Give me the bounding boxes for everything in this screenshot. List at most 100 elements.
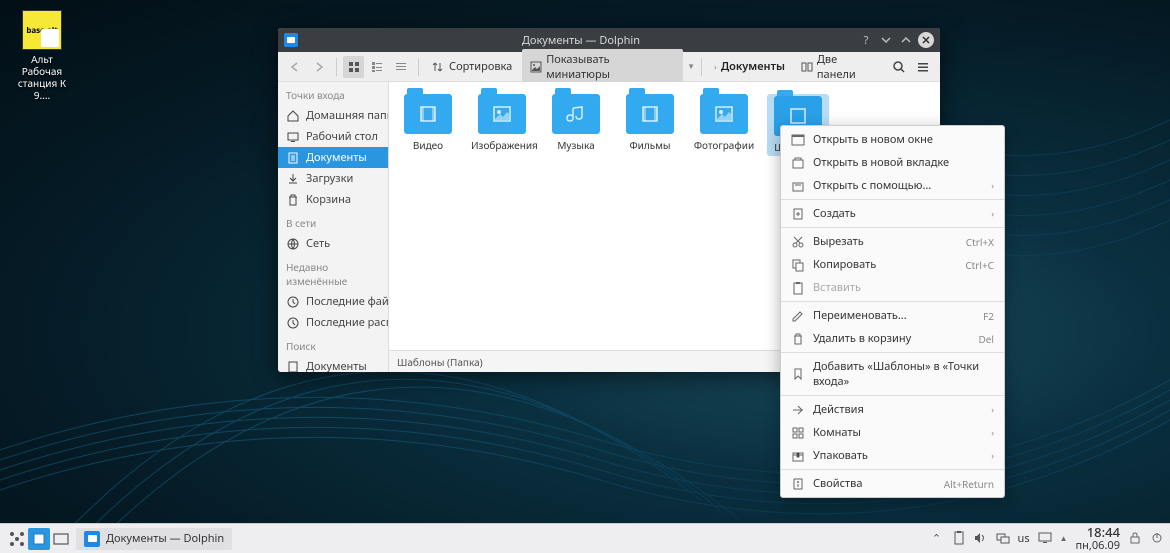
menu-separator: [781, 352, 1004, 353]
paste-icon: [791, 281, 805, 295]
recent-icon: [286, 295, 300, 309]
menu-item[interactable]: Упаковать›: [781, 444, 1004, 467]
menu-button[interactable]: [912, 56, 934, 78]
nav-forward-button[interactable]: [308, 56, 330, 78]
desktop-shortcut[interactable]: base alt Альт Рабочая станция К 9....: [14, 10, 70, 101]
folder-icon: [700, 94, 748, 134]
menu-separator: [781, 469, 1004, 470]
menu-item[interactable]: Открыть в новой вкладке: [781, 151, 1004, 174]
basealt-icon: base alt: [22, 10, 62, 50]
menu-item-label: Переименовать...: [813, 308, 975, 323]
archive-icon: [791, 449, 805, 463]
sidebar-item-label: Корзина: [306, 192, 351, 207]
menu-item[interactable]: Открыть в новом окне: [781, 128, 1004, 151]
menu-item-label: Создать: [813, 206, 983, 221]
menu-item[interactable]: Комнаты›: [781, 421, 1004, 444]
close-button[interactable]: [918, 32, 934, 48]
folder-icon: [404, 94, 452, 134]
view-compact-button[interactable]: [366, 56, 388, 78]
app-launcher-button[interactable]: [6, 528, 28, 550]
sidebar-item-home[interactable]: Домашняя папка: [278, 105, 388, 126]
sidebar-item-label: Документы: [306, 359, 367, 372]
sidebar-item-download[interactable]: Загрузки: [278, 168, 388, 189]
tab-icon: [791, 156, 805, 170]
status-text: Шаблоны (Папка): [397, 355, 483, 369]
menu-item[interactable]: Создать ›: [781, 202, 1004, 225]
thumbs-icon: [530, 61, 542, 73]
sidebar-item-docs[interactable]: Документы: [278, 147, 388, 168]
sidebar-item-label: Рабочий стол: [306, 129, 378, 144]
menu-item-label: Вырезать: [813, 234, 958, 249]
menu-item[interactable]: Переименовать...F2: [781, 304, 1004, 327]
menu-item-label: Копировать: [813, 257, 957, 272]
props-icon: [791, 477, 805, 491]
sort-button[interactable]: Сортировка: [425, 56, 520, 77]
thumbs-label: Показывать миниатюры: [546, 52, 675, 82]
sidebar-item-desktop[interactable]: Рабочий стол: [278, 126, 388, 147]
minimize-button[interactable]: [878, 32, 894, 48]
sidebar-item-label: Последние располож...: [306, 315, 388, 330]
folder-item[interactable]: Фильмы: [619, 94, 681, 152]
menu-separator: [781, 227, 1004, 228]
menu-shortcut: Alt+Return: [944, 477, 994, 491]
menu-item[interactable]: ВырезатьCtrl+X: [781, 230, 1004, 253]
menu-item[interactable]: Действия›: [781, 398, 1004, 421]
task-view-button[interactable]: [50, 528, 72, 550]
search-button[interactable]: [888, 56, 910, 78]
menu-item[interactable]: Удалить в корзину Del: [781, 327, 1004, 350]
tray-volume-icon[interactable]: [974, 531, 988, 545]
breadcrumb[interactable]: › Документы: [708, 59, 791, 74]
folder-item[interactable]: Фотографии: [693, 94, 755, 152]
menu-item-label: Открыть в новой вкладке: [813, 155, 994, 170]
chevron-right-icon: ›: [991, 207, 994, 220]
menu-item-label: Комнаты: [813, 425, 983, 440]
sidebar-item-sdocs[interactable]: Документы: [278, 356, 388, 372]
tray-arrow-icon[interactable]: ▲: [1060, 533, 1068, 544]
sort-label: Сортировка: [449, 59, 512, 74]
sidebar-section-header: Поиск: [278, 333, 388, 356]
tray-chevron-icon[interactable]: ⌃: [930, 531, 944, 545]
split-icon: [801, 61, 813, 73]
logout-icon[interactable]: [1150, 531, 1164, 545]
clock[interactable]: 18:44 пн,06.09: [1076, 525, 1120, 551]
tray-network-icon[interactable]: [996, 531, 1010, 545]
folder-label: Видео: [397, 138, 459, 152]
sidebar-item-recent-loc[interactable]: Последние располож...: [278, 312, 388, 333]
window-icon: [791, 133, 805, 147]
menu-item[interactable]: Открыть с помощью...›: [781, 174, 1004, 197]
chevron-right-icon: ›: [991, 403, 994, 416]
maximize-button[interactable]: [898, 32, 914, 48]
menu-item[interactable]: КопироватьCtrl+C: [781, 253, 1004, 276]
menu-item-label: Вставить: [813, 280, 994, 295]
folder-item[interactable]: Изображения: [471, 94, 533, 152]
menu-item[interactable]: СвойстваAlt+Return: [781, 472, 1004, 495]
thumbnails-toggle[interactable]: Показывать миниатюры: [522, 49, 683, 85]
tray-display-icon[interactable]: [1038, 531, 1052, 545]
tray-clipboard-icon[interactable]: [952, 531, 966, 545]
view-details-button[interactable]: [390, 56, 412, 78]
help-button[interactable]: ?: [858, 32, 874, 48]
menu-separator: [781, 199, 1004, 200]
folder-item[interactable]: Видео: [397, 94, 459, 152]
menu-item[interactable]: Добавить «Шаблоны» в «Точки входа»: [781, 355, 1004, 393]
taskbar-entry-dolphin[interactable]: Документы — Dolphin: [76, 528, 232, 550]
menu-item-label: Удалить в корзину: [813, 331, 970, 346]
nav-back-button[interactable]: [284, 56, 306, 78]
sidebar-item-network[interactable]: Сеть: [278, 233, 388, 254]
folder-icon: [552, 94, 600, 134]
split-button[interactable]: Две панели: [793, 49, 886, 85]
chevron-right-icon: ›: [714, 60, 717, 73]
sidebar-section-header: В сети: [278, 210, 388, 233]
folder-item[interactable]: Музыка: [545, 94, 607, 152]
context-menu: Открыть в новом окне Открыть в новой вкла…: [780, 125, 1005, 498]
sidebar-item-recent[interactable]: Последние файлы: [278, 291, 388, 312]
keyboard-layout-indicator[interactable]: us: [1018, 531, 1030, 546]
sidebar-item-trash[interactable]: Корзина: [278, 189, 388, 210]
menu-shortcut: Del: [978, 332, 994, 346]
show-desktop-button[interactable]: [28, 528, 50, 550]
lock-icon[interactable]: [1128, 531, 1142, 545]
hamburger-icon: [916, 60, 930, 74]
sidebar-item-label: Документы: [306, 150, 367, 165]
view-icons-button[interactable]: [343, 56, 365, 78]
menu-separator: [781, 395, 1004, 396]
